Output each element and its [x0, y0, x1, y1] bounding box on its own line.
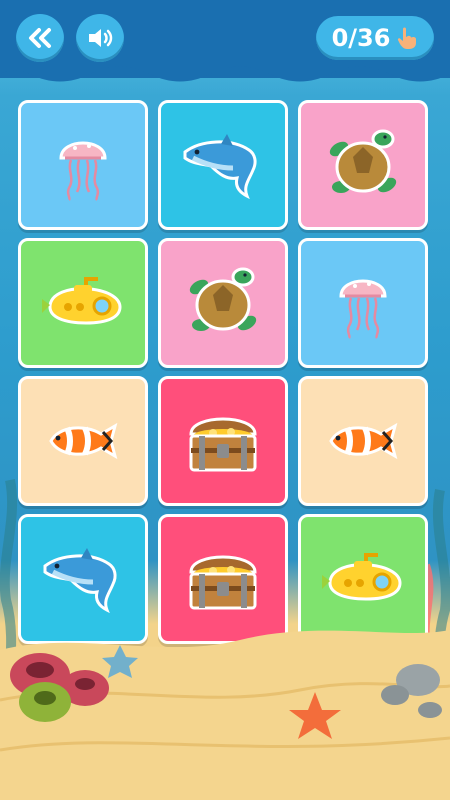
- memory-card-treasure-chest[interactable]: [158, 376, 288, 506]
- submarine-icon: [40, 273, 126, 333]
- seafloor-decoration: [0, 630, 450, 800]
- jellyfish-icon: [333, 266, 393, 340]
- progress-counter: 0/36: [316, 16, 434, 60]
- memory-card-submarine[interactable]: [18, 238, 148, 368]
- turtle-icon: [323, 125, 403, 205]
- wave-divider: [0, 62, 450, 82]
- jellyfish-icon: [53, 128, 113, 202]
- hand-pointer-icon: [396, 26, 418, 50]
- speaker-icon: [86, 26, 114, 50]
- memory-card-clownfish[interactable]: [18, 376, 148, 506]
- memory-card-clownfish[interactable]: [298, 376, 428, 506]
- dolphin-icon: [181, 130, 265, 200]
- back-button[interactable]: [16, 14, 64, 62]
- treasure-chest-icon: [183, 544, 263, 614]
- memory-card-jellyfish[interactable]: [18, 100, 148, 230]
- memory-card-turtle[interactable]: [158, 238, 288, 368]
- memory-card-turtle[interactable]: [298, 100, 428, 230]
- clownfish-icon: [45, 418, 121, 464]
- memory-card-jellyfish[interactable]: [298, 238, 428, 368]
- submarine-icon: [320, 549, 406, 609]
- clownfish-icon: [325, 418, 401, 464]
- dolphin-icon: [41, 544, 125, 614]
- double-chevron-left-icon: [27, 27, 53, 49]
- memory-card-dolphin[interactable]: [158, 100, 288, 230]
- turtle-icon: [183, 263, 263, 343]
- treasure-chest-icon: [183, 406, 263, 476]
- sound-button[interactable]: [76, 14, 124, 62]
- memory-card-grid: [18, 100, 432, 650]
- progress-text: 0/36: [331, 24, 391, 52]
